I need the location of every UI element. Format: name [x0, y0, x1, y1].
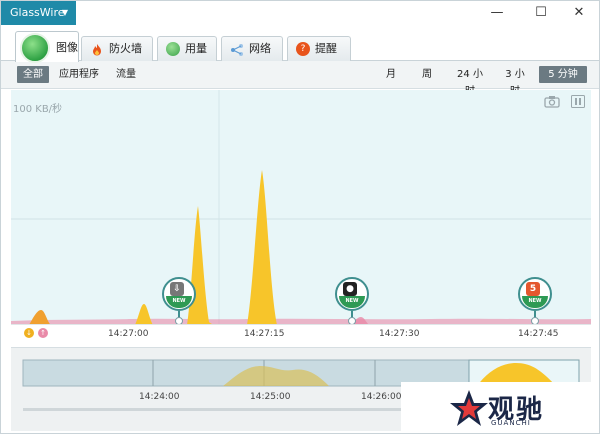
incoming-peak — [247, 170, 277, 325]
chevron-down-icon: ▼ — [61, 8, 68, 17]
glasswire-window: GlassWire ▼ — ☐ ✕ 图像 防火墙 用量 网络 ? 提醒 全部 应… — [0, 0, 600, 434]
maximize-button[interactable]: ☐ — [521, 1, 561, 25]
time-label: 14:27:00 — [108, 329, 149, 339]
app-event-pin[interactable]: ⇩ NEW — [162, 277, 196, 325]
tab-label: 用量 — [185, 42, 207, 55]
graph-scale-label: 100 KB/秒 — [13, 104, 63, 115]
html5-icon: 5 — [526, 282, 540, 296]
range-5min[interactable]: 5 分钟 — [539, 66, 587, 83]
tab-label: 提醒 — [315, 42, 337, 55]
network-icon — [230, 42, 244, 56]
time-axis — [11, 324, 591, 342]
tab-firewall[interactable]: 防火墙 — [81, 36, 153, 61]
tab-label: 防火墙 — [109, 42, 142, 55]
graph-globe-icon — [20, 33, 50, 63]
tab-label: 网络 — [249, 42, 271, 55]
overview-scrollbar[interactable] — [23, 408, 403, 411]
overview-time-label: 14:26:00 — [361, 392, 402, 402]
tab-usage[interactable]: 用量 — [157, 36, 217, 61]
time-label: 14:27:30 — [379, 329, 420, 339]
filter-bar: 全部 应用程序 流量 月 周 24 小时 3 小时 5 分钟 — [1, 61, 599, 97]
tab-graph[interactable]: 图像 — [15, 31, 79, 63]
app-event-pin[interactable]: ● NEW — [335, 277, 369, 325]
app-install-icon: ⇩ — [170, 282, 184, 296]
tab-alerts[interactable]: ? 提醒 — [287, 36, 351, 61]
overview-time-label: 14:25:00 — [250, 392, 291, 402]
alert-icon: ? — [296, 42, 310, 56]
arrow-down-icon[interactable]: ↓ — [24, 328, 34, 338]
incoming-peak — [135, 304, 153, 325]
tab-label: 图像 — [56, 41, 78, 54]
main-tabs: 图像 防火墙 用量 网络 ? 提醒 — [1, 27, 599, 63]
filter-traffic[interactable]: 流量 — [111, 66, 141, 83]
watermark-subtext: GUANCHI — [491, 419, 531, 427]
incoming-peak — [29, 310, 51, 325]
range-24h[interactable]: 24 小时 — [449, 66, 491, 97]
minimize-button[interactable]: — — [477, 1, 517, 25]
tab-network[interactable]: 网络 — [221, 36, 283, 61]
app-title: GlassWire — [10, 6, 65, 19]
overview-time-label: 14:24:00 — [139, 392, 180, 402]
pause-icon[interactable] — [570, 95, 586, 109]
traffic-graph[interactable] — [11, 90, 591, 325]
close-button[interactable]: ✕ — [559, 1, 599, 25]
app-menu-button[interactable]: GlassWire ▼ — [1, 1, 76, 25]
usage-globe-icon — [166, 42, 180, 56]
range-week[interactable]: 周 — [417, 66, 437, 83]
arrow-up-icon[interactable]: ↑ — [38, 328, 48, 338]
filter-apps[interactable]: 应用程序 — [55, 66, 103, 83]
flame-icon — [90, 42, 104, 56]
time-label: 14:27:15 — [244, 329, 285, 339]
range-month[interactable]: 月 — [381, 66, 401, 83]
qq-penguin-icon: ● — [343, 282, 357, 296]
title-bar: GlassWire ▼ — ☐ ✕ — [1, 1, 599, 25]
app-event-pin[interactable]: 5 NEW — [518, 277, 552, 325]
star-logo-icon — [450, 390, 488, 426]
range-3h[interactable]: 3 小时 — [499, 66, 531, 97]
time-label: 14:27:45 — [518, 329, 559, 339]
traffic-graph-svg — [11, 90, 591, 325]
filter-all[interactable]: 全部 — [17, 66, 49, 83]
camera-icon[interactable] — [544, 95, 560, 109]
